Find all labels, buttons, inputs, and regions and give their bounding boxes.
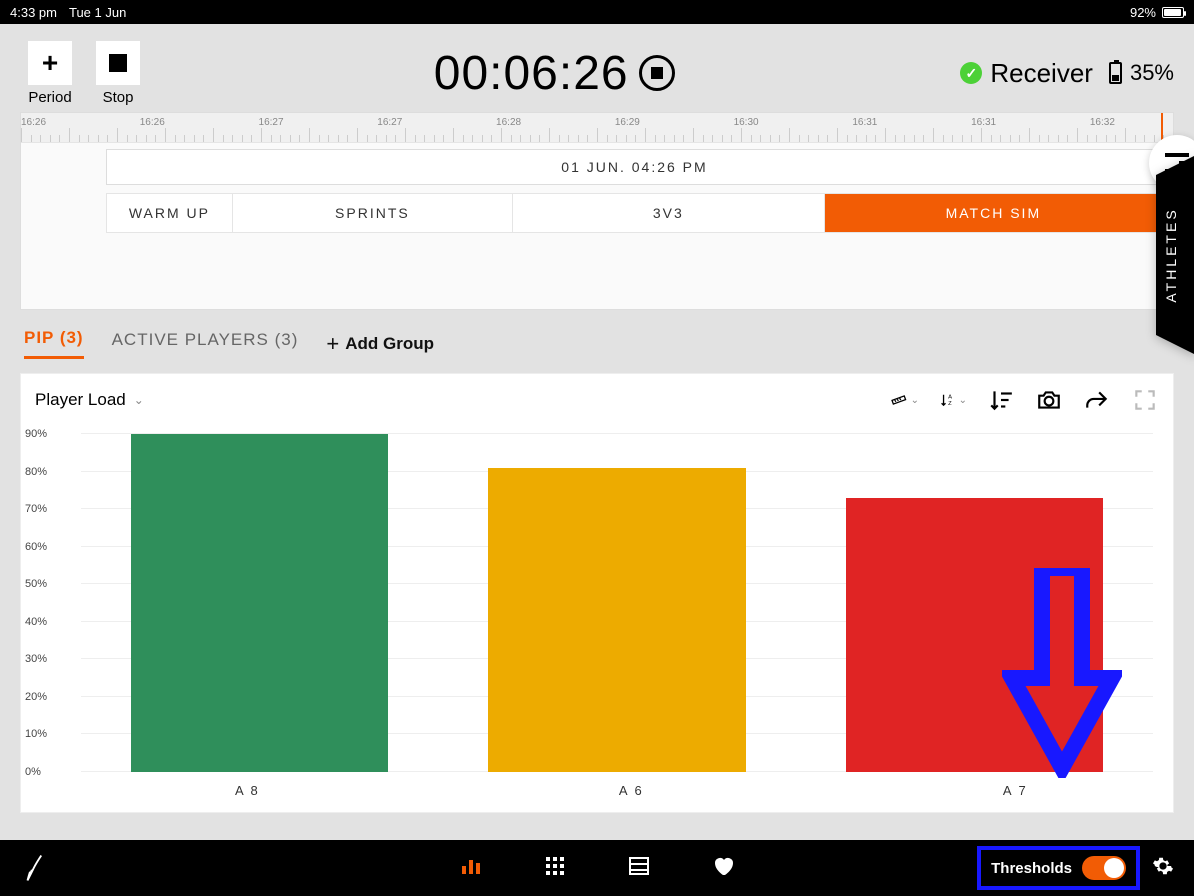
add-period-label: Period (28, 89, 71, 106)
sort-az-tool[interactable]: AZ (939, 386, 967, 414)
session-header: 01 JUN. 04:26 PM (106, 149, 1163, 185)
nav-heart-icon[interactable] (711, 854, 735, 883)
session-timer: 00:06:26 (434, 46, 629, 101)
camera-tool[interactable] (1035, 386, 1063, 414)
chevron-down-icon: ⌄ (134, 393, 144, 407)
bar-a8[interactable] (131, 434, 388, 772)
chart-panel: Player Load ⌄ AZ 0%10%20%30%40%50%60% (20, 373, 1174, 813)
thresholds-toggle-box: Thresholds (977, 846, 1140, 890)
nav-chart-icon[interactable] (459, 854, 483, 883)
period-match-sim[interactable]: MATCH SIM (825, 193, 1163, 233)
receiver-battery-icon (1109, 62, 1122, 84)
metric-selector[interactable]: Player Load ⌄ (35, 390, 144, 410)
stop-button[interactable] (96, 41, 140, 85)
status-date: Tue 1 Jun (69, 5, 126, 20)
status-battery-pct: 92% (1130, 5, 1156, 20)
period-row: WARM UPSPRINTS3V3MATCH SIM (106, 193, 1163, 233)
plus-icon: + (326, 331, 339, 357)
sort-desc-tool[interactable] (987, 386, 1015, 414)
add-group-label: Add Group (345, 334, 434, 354)
bottom-nav: Thresholds (0, 840, 1194, 896)
bar-a6[interactable] (488, 468, 745, 772)
add-group-button[interactable]: + Add Group (326, 331, 434, 357)
ipad-status-bar: 4:33 pm Tue 1 Jun 92% (0, 0, 1194, 24)
category-label: A 6 (440, 783, 824, 798)
tab-active-players-3-[interactable]: ACTIVE PLAYERS (3) (112, 330, 299, 358)
svg-text:Z: Z (948, 401, 952, 407)
ruler-tool[interactable] (891, 386, 919, 414)
nav-grid-icon[interactable] (543, 854, 567, 883)
athletes-side-tab[interactable]: ATHLETES (1156, 155, 1194, 355)
period-warm-up[interactable]: WARM UP (106, 193, 233, 233)
svg-text:ATHLETES: ATHLETES (1163, 207, 1179, 302)
bar-a7[interactable] (846, 498, 1103, 772)
nav-list-icon[interactable] (627, 854, 651, 883)
battery-icon (1162, 7, 1184, 18)
thresholds-label: Thresholds (991, 860, 1072, 877)
metric-label: Player Load (35, 390, 126, 410)
add-period-button[interactable]: + (28, 41, 72, 85)
expand-tool[interactable] (1131, 386, 1159, 414)
settings-icon[interactable] (1152, 855, 1174, 882)
category-label: A 7 (823, 783, 1194, 798)
check-icon: ✓ (960, 62, 982, 84)
chart-area: 0%10%20%30%40%50%60%70%80%90% (51, 434, 1153, 772)
status-time: 4:33 pm (10, 5, 57, 20)
stop-label: Stop (103, 89, 134, 106)
group-tabs: PIP (3) ACTIVE PLAYERS (3) + Add Group (24, 328, 1170, 359)
timeline[interactable]: 16:2616:2616:2716:2716:2816:2916:3016:31… (20, 112, 1174, 310)
svg-text:A: A (948, 395, 952, 401)
app-logo (20, 853, 50, 883)
receiver-label: Receiver (990, 58, 1093, 89)
share-tool[interactable] (1083, 386, 1111, 414)
period-sprints[interactable]: SPRINTS (233, 193, 513, 233)
category-label: A 8 (56, 783, 440, 798)
receiver-status: ✓ Receiver 35% (960, 58, 1174, 89)
period-3v3[interactable]: 3V3 (513, 193, 825, 233)
timeline-ruler: 16:2616:2616:2716:2716:2816:2916:3016:31… (21, 113, 1173, 143)
receiver-battery-pct: 35% (1130, 60, 1174, 86)
tab-pip-3-[interactable]: PIP (3) (24, 328, 84, 359)
thresholds-toggle[interactable] (1082, 856, 1126, 880)
stop-timer-icon[interactable] (639, 55, 675, 91)
